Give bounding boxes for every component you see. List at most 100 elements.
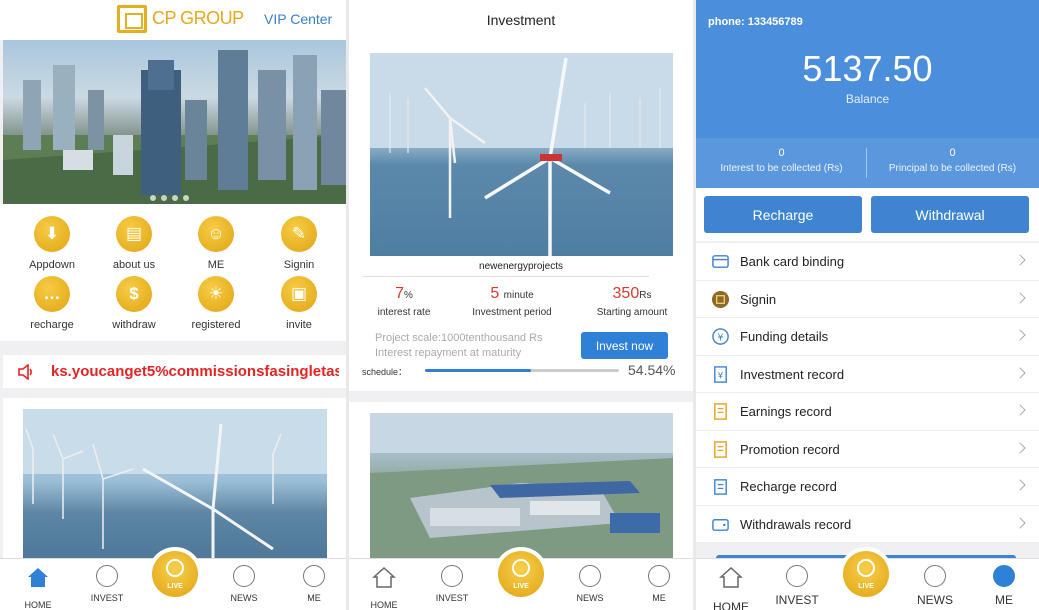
announcement-marquee: ks.youcanget5%commissionsfasingletask <box>3 355 346 388</box>
wind-farm-image[interactable] <box>370 53 673 256</box>
live-avatar-icon: LIVE <box>843 551 889 597</box>
home-icon <box>28 568 48 587</box>
menu-funding-details[interactable]: ¥ Funding details <box>696 318 1039 356</box>
wind-turbine-image <box>23 409 327 569</box>
note-icon <box>714 440 727 458</box>
grid-item-about-us[interactable]: ▤ about us <box>99 216 169 271</box>
grid-item-me[interactable]: ☺ ME <box>181 216 251 271</box>
balance-header: phone: 133456789 5137.50 Balance 0 Inter… <box>696 0 1039 188</box>
nav-home[interactable]: HOME <box>11 565 65 610</box>
city-banner-image[interactable] <box>3 40 346 204</box>
chat-icon: … <box>34 276 70 312</box>
nav-home[interactable]: HOME <box>357 565 411 610</box>
recharge-button[interactable]: Recharge <box>704 196 862 233</box>
menu-investment-record[interactable]: ¥ Investment record <box>696 355 1039 393</box>
diamond-icon <box>96 565 118 587</box>
progress-percent: 54.54% <box>628 362 676 378</box>
card-icon <box>712 255 729 268</box>
menu-recharge-record[interactable]: Recharge record <box>696 468 1039 506</box>
grid-item-recharge[interactable]: … recharge <box>17 276 87 331</box>
home-header: CP GROUP VIP Center <box>0 0 346 40</box>
logo-text: CP GROUP <box>152 8 244 28</box>
wallet-icon <box>712 518 729 531</box>
balance-amount: 5137.50 <box>802 48 933 89</box>
chevron-right-icon <box>1014 404 1026 416</box>
nav-news[interactable]: NEWS <box>563 565 617 603</box>
document-icon: ▤ <box>116 216 152 252</box>
vip-center-link[interactable]: VIP Center <box>264 11 332 27</box>
signin-icon <box>711 290 730 308</box>
live-avatar-icon: LIVE <box>152 551 198 597</box>
progress-fill <box>425 369 531 372</box>
nav-news[interactable]: NEWS <box>217 565 271 603</box>
chevron-right-icon <box>1014 291 1026 304</box>
withdrawal-button[interactable]: Withdrawal <box>871 196 1029 233</box>
coin-icon: $ <box>116 276 152 312</box>
phone-number: phone: 133456789 <box>708 16 803 28</box>
interest-rate-stat: 7% interest rate <box>377 285 431 318</box>
account-panel: phone: 133456789 5137.50 Balance 0 Inter… <box>696 0 1039 610</box>
signin-icon: ✎ <box>281 216 317 252</box>
ledger-icon: ¥ <box>714 365 727 383</box>
chevron-right-icon <box>1014 366 1026 379</box>
home-panel: CP GROUP VIP Center ⬇ Appdown ▤ about us… <box>0 0 346 610</box>
nav-invest[interactable]: INVEST <box>425 565 479 603</box>
chevron-right-icon <box>1014 516 1026 529</box>
live-button[interactable]: LIVE <box>494 547 548 601</box>
menu-earnings-record[interactable]: Earnings record <box>696 393 1039 431</box>
invest-now-button[interactable]: Invest now <box>581 332 668 359</box>
menu-bank-card-binding[interactable]: Bank card binding <box>696 243 1039 281</box>
chevron-right-icon <box>1014 254 1026 266</box>
grid-item-withdraw[interactable]: $ withdraw <box>99 276 169 331</box>
chevron-right-icon <box>1014 441 1026 454</box>
project-name: newenergyprojects <box>479 261 563 272</box>
grid-item-appdown[interactable]: ⬇ Appdown <box>17 216 87 271</box>
compass-icon <box>579 565 601 587</box>
bottom-nav: HOME INVEST LIVE NEWS ME <box>349 547 693 610</box>
svg-text:¥: ¥ <box>717 332 723 343</box>
principal-to-collect: 0 Principal to be collected (Rs) <box>888 147 1017 174</box>
menu-promotion-record[interactable]: Promotion record <box>696 430 1039 468</box>
nav-me[interactable]: ME <box>287 565 341 603</box>
menu-withdrawals-record[interactable]: Withdrawals record <box>696 505 1039 543</box>
live-button[interactable]: LIVE <box>148 547 202 601</box>
solar-plant-image[interactable] <box>370 413 673 563</box>
speaker-icon <box>18 364 32 380</box>
download-icon: ⬇ <box>34 216 70 252</box>
menu-signin[interactable]: Signin <box>696 280 1039 318</box>
nav-me[interactable]: ME <box>632 565 686 603</box>
investment-panel: Investment newenergyprojects 7% interest… <box>349 0 693 610</box>
nav-invest[interactable]: INVEST <box>770 565 824 607</box>
grid-item-registered[interactable]: ☀ registered <box>181 276 251 331</box>
chevron-right-icon <box>1014 479 1026 491</box>
grid-item-signin[interactable]: ✎ Signin <box>264 216 334 271</box>
svg-text:¥: ¥ <box>718 371 724 381</box>
home-icon <box>372 566 396 588</box>
lightbulb-icon: ☀ <box>198 276 234 312</box>
starting-amount-stat: 350Rs Starting amount <box>596 285 668 318</box>
grid-item-invite[interactable]: ▣ invite <box>264 276 334 331</box>
user-icon <box>303 565 325 587</box>
project-scale-text: Project scale:1000tenthousand Rs Interes… <box>375 332 543 359</box>
collection-stats: 0 Interest to be collected (Rs) 0 Princi… <box>696 138 1039 188</box>
user-icon <box>648 565 670 587</box>
schedule-label: schedule： <box>362 367 408 377</box>
wallet-icon: ▣ <box>281 276 317 312</box>
page-title: Investment <box>349 0 693 42</box>
live-button[interactable]: LIVE <box>839 547 893 601</box>
nav-me[interactable]: ME <box>977 565 1031 607</box>
investment-period-stat: 5 minute Investment period <box>472 285 552 318</box>
bottom-nav: HOME INVEST LIVE NEWS ME <box>0 547 346 610</box>
nav-home[interactable]: HOME <box>704 565 758 610</box>
balance-label: Balance <box>845 92 890 106</box>
bottom-nav: HOME INVEST LIVE NEWS ME <box>696 547 1039 610</box>
home-icon <box>719 566 743 588</box>
cp-group-logo-icon <box>117 5 147 33</box>
nav-invest[interactable]: INVEST <box>80 565 134 603</box>
interest-to-collect: 0 Interest to be collected (Rs) <box>720 147 843 174</box>
nav-news[interactable]: NEWS <box>908 565 962 607</box>
account-actions: Recharge Withdrawal <box>696 188 1039 241</box>
user-icon <box>993 565 1015 587</box>
divider <box>363 276 649 277</box>
progress-bar <box>425 369 619 372</box>
